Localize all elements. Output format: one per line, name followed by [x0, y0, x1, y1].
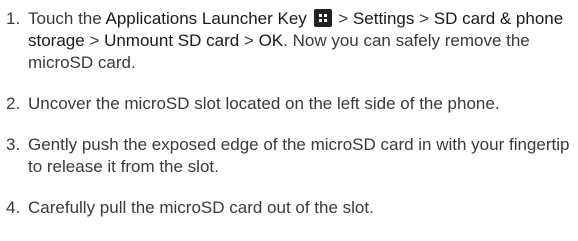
step-text-fragment: Touch the	[28, 9, 106, 28]
step-1: 1. Touch the Applications Launcher Key >…	[6, 8, 576, 74]
applications-launcher-key-icon	[313, 9, 332, 27]
step-text: Carefully pull the microSD card out of t…	[28, 198, 374, 217]
instruction-list: 1. Touch the Applications Launcher Key >…	[6, 8, 576, 219]
step-number: 3.	[6, 135, 21, 154]
step-text: Touch the Applications Launcher Key > Se…	[28, 8, 576, 74]
step-4: 4. Carefully pull the microSD card out o…	[6, 197, 576, 219]
separator: >	[333, 9, 353, 28]
step-text: Gently push the exposed edge of the micr…	[28, 135, 570, 176]
step-number: 1.	[6, 9, 21, 28]
separator: >	[239, 31, 259, 50]
applications-launcher-key-label: Applications Launcher Key	[105, 9, 307, 28]
step-number: 2.	[6, 94, 21, 113]
unmount-sd-card-label: Unmount SD card	[104, 31, 240, 50]
ok-label: OK	[258, 31, 284, 50]
step-number: 4.	[6, 198, 21, 217]
step-2: 2. Uncover the microSD slot located on t…	[6, 93, 576, 115]
separator: >	[414, 9, 434, 28]
settings-label: Settings	[352, 9, 415, 28]
step-3: 3. Gently push the exposed edge of the m…	[6, 134, 576, 178]
separator: >	[84, 31, 105, 50]
step-text: Uncover the microSD slot located on the …	[28, 94, 500, 113]
